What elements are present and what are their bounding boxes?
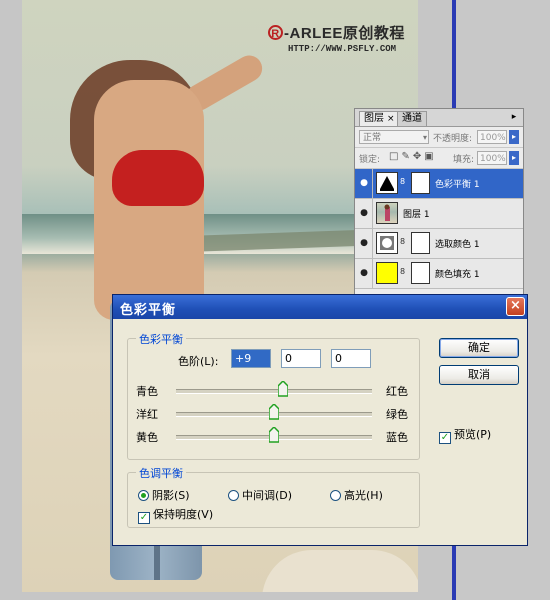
color-balance-group: 色彩平衡 色阶(L): +9 0 0 青色 红色 洋红 绿色 黄色 蓝色 (127, 331, 421, 460)
fill-label: 填充: (453, 155, 475, 165)
photo-sand (262, 550, 418, 592)
photo-thumb (376, 202, 398, 224)
level-yellow-blue-input[interactable]: 0 (331, 349, 371, 368)
slider-right-label: 绿色 (386, 408, 408, 421)
photo-bikini (112, 150, 204, 206)
layer-mask-thumb[interactable] (411, 232, 430, 254)
watermark: R -ARLEE原创教程 HTTP://WWW.PSFLY.COM (268, 22, 418, 54)
chain-link-icon[interactable]: 8 (400, 267, 405, 276)
slider-track[interactable] (176, 389, 372, 394)
levels-label: 色阶(L): (178, 355, 219, 368)
layer-photo[interactable]: ● 图层 1 (355, 199, 523, 229)
preserve-luminosity-checkbox[interactable]: ✓ 保持明度(V) (138, 506, 213, 524)
close-icon[interactable]: × (506, 297, 525, 316)
checkmark-icon[interactable]: ✓ (439, 432, 451, 444)
blend-mode-select[interactable]: 正常 ▾ (359, 130, 429, 144)
preview-checkbox[interactable]: ✓ 预览(P) (439, 426, 491, 444)
adjustment-icon (376, 232, 398, 254)
slider-left-label: 青色 (136, 385, 158, 398)
opacity-input[interactable]: 100% (477, 130, 507, 144)
tab-channels[interactable]: 通道 (397, 111, 427, 126)
cancel-button[interactable]: 取消 (439, 365, 519, 385)
slider-yellow-blue: 黄色 蓝色 (128, 425, 421, 447)
tone-balance-group: 色调平衡 阴影(S) 中间调(D) 高光(H) ✓ 保持明度(V) (127, 465, 420, 528)
level-cyan-red-input[interactable]: +9 (231, 349, 271, 368)
fill-arrow-icon[interactable]: ▸ (509, 151, 519, 165)
layer-name: 选取颜色 1 (435, 240, 480, 250)
layer-name: 颜色填充 1 (435, 270, 480, 280)
radio-highlights[interactable]: 高光(H) (330, 487, 383, 503)
slider-magenta-green: 洋红 绿色 (128, 402, 421, 424)
group-legend: 色调平衡 (136, 465, 186, 481)
close-icon[interactable]: × (387, 114, 395, 124)
chain-link-icon[interactable]: 8 (400, 177, 405, 186)
eye-icon[interactable]: ● (358, 238, 370, 248)
slider-right-label: 蓝色 (386, 431, 408, 444)
slider-thumb[interactable] (268, 425, 280, 443)
eye-icon[interactable]: ● (358, 178, 370, 188)
opacity-arrow-icon[interactable]: ▸ (509, 130, 519, 144)
checkmark-icon[interactable]: ✓ (138, 512, 150, 524)
radio-label: 高光(H) (344, 489, 383, 502)
tab-layers-label: 图层 (364, 113, 384, 124)
lock-icons[interactable]: □✎✥▣ (389, 151, 437, 162)
layer-selective-color[interactable]: ● 8 选取颜色 1 (355, 229, 523, 259)
registered-icon: R (268, 25, 283, 40)
slider-cyan-red: 青色 红色 (128, 379, 421, 401)
tab-layers[interactable]: 图层 × (359, 111, 400, 126)
tab-channels-label: 通道 (402, 113, 422, 124)
radio-icon[interactable] (228, 490, 239, 501)
slider-left-label: 洋红 (136, 408, 158, 421)
watermark-brand: -ARLEE原创教程 (284, 25, 405, 42)
slider-thumb[interactable] (277, 379, 289, 397)
level-magenta-green-input[interactable]: 0 (281, 349, 321, 368)
layer-mask-thumb[interactable] (411, 262, 430, 284)
checkbox-label: 保持明度(V) (153, 508, 214, 521)
eye-icon[interactable]: ● (358, 208, 370, 218)
layer-name: 图层 1 (403, 210, 430, 220)
panel-menu-icon[interactable]: ▸ (508, 111, 520, 123)
color-balance-dialog: 色彩平衡 × 色彩平衡 色阶(L): +9 0 0 青色 红色 洋红 绿色 黄色 (112, 294, 528, 546)
checkbox-label: 预览(P) (454, 428, 492, 441)
chevron-down-icon: ▾ (422, 133, 427, 142)
radio-icon[interactable] (330, 490, 341, 501)
layer-color-balance[interactable]: ● 8 色彩平衡 1 (355, 169, 523, 199)
opacity-label: 不透明度: (433, 134, 473, 144)
layer-mask-thumb[interactable] (411, 172, 430, 194)
layer-name: 色彩平衡 1 (435, 180, 480, 190)
radio-label: 阴影(S) (152, 489, 190, 502)
group-legend: 色彩平衡 (136, 331, 186, 347)
radio-label: 中间调(D) (242, 489, 293, 502)
ok-button[interactable]: 确定 (439, 338, 519, 358)
radio-shadows[interactable]: 阴影(S) (138, 487, 190, 503)
chain-link-icon[interactable]: 8 (400, 237, 405, 246)
lock-label: 锁定: (359, 155, 381, 165)
lock-row: 锁定: □✎✥▣ 填充: 100% ▸ (355, 148, 523, 169)
watermark-url: HTTP://WWW.PSFLY.COM (288, 44, 397, 54)
radio-midtones[interactable]: 中间调(D) (228, 487, 292, 503)
blend-mode-value: 正常 (363, 133, 382, 143)
fill-input[interactable]: 100% (477, 151, 507, 165)
radio-icon[interactable] (138, 490, 149, 501)
dialog-body: 色彩平衡 色阶(L): +9 0 0 青色 红色 洋红 绿色 黄色 蓝色 色调平… (116, 322, 524, 542)
eye-icon[interactable]: ● (358, 268, 370, 278)
layer-color-fill[interactable]: ● 8 颜色填充 1 (355, 259, 523, 289)
layers-panel: 图层 × 通道 ▸ 正常 ▾ 不透明度: 100% ▸ 锁定: □✎✥▣ 填充: 1… (354, 108, 524, 300)
adjustment-icon (376, 172, 398, 194)
dialog-title: 色彩平衡 (120, 303, 177, 318)
color-swatch (376, 262, 398, 284)
layers-panel-tabs: 图层 × 通道 ▸ (355, 109, 523, 127)
blend-row: 正常 ▾ 不透明度: 100% ▸ (355, 127, 523, 148)
slider-right-label: 红色 (386, 385, 408, 398)
slider-left-label: 黄色 (136, 431, 158, 444)
slider-thumb[interactable] (268, 402, 280, 420)
dialog-titlebar[interactable]: 色彩平衡 × (113, 295, 527, 319)
